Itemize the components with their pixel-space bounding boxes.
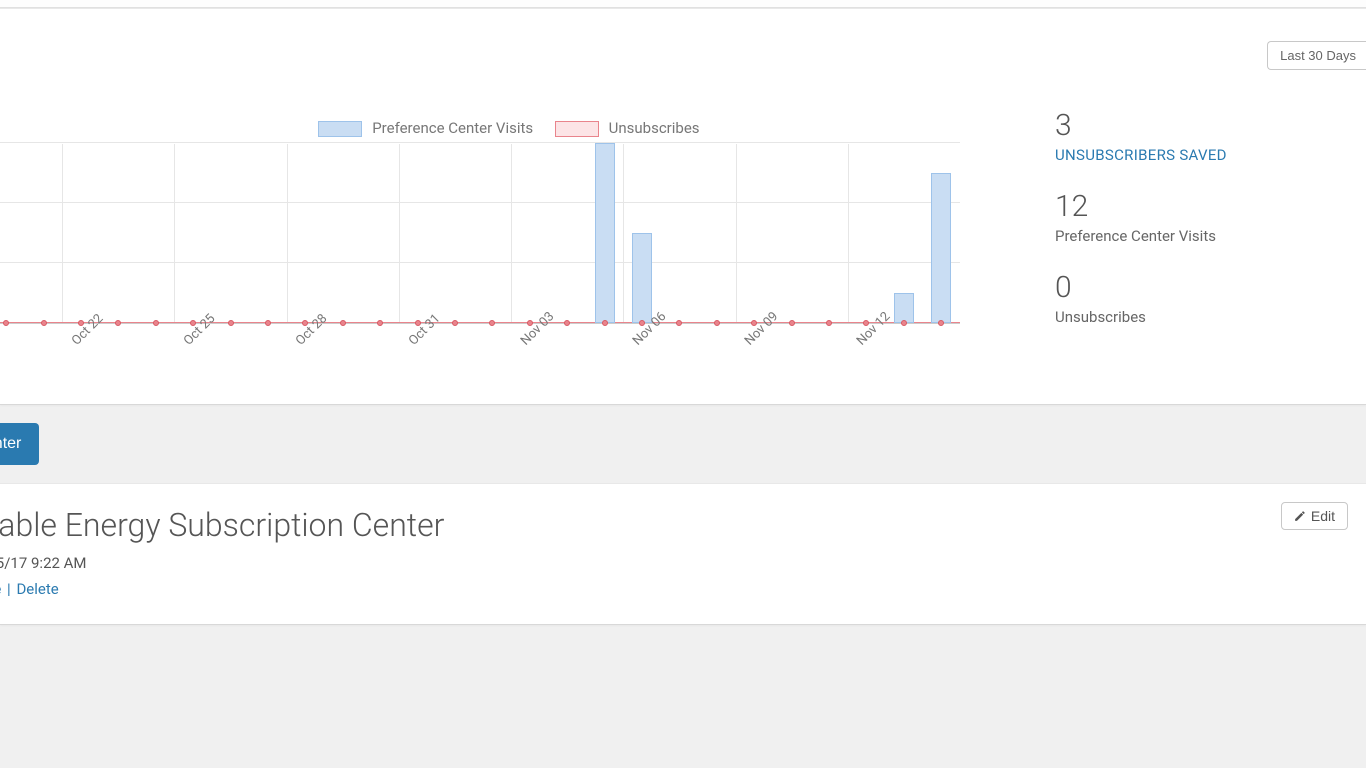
stat-unsubscribes: 0 Unsubscribes <box>1055 271 1346 326</box>
detail-title: newable Energy Subscription Center <box>0 506 1366 544</box>
stat-label: Unsubscribes <box>1055 308 1346 326</box>
clone-link[interactable]: Clone <box>0 580 1 598</box>
detail-links: e | Clone | Delete <box>0 580 1366 598</box>
detail-panel: Edit newable Energy Subscription Center … <box>0 483 1366 625</box>
chart-x-axis: 9Oct 22Oct 25Oct 28Oct 31Nov 03Nov 06Nov… <box>0 324 960 374</box>
preference-center-button[interactable]: e Center <box>0 423 39 465</box>
link-separator: | <box>5 580 13 598</box>
stat-label: UNSUBSCRIBERS SAVED <box>1055 146 1346 164</box>
legend-swatch-unsubs <box>555 121 599 137</box>
pencil-icon <box>1294 510 1306 522</box>
chart-bar <box>931 173 951 323</box>
detail-meta: d on 11/5/17 9:22 AM <box>0 554 1366 572</box>
chart-legend: Preference Center Visits Unsubscribes <box>0 119 1000 137</box>
stat-value: 0 <box>1055 271 1346 304</box>
detail-meta-date: 11/5/17 9:22 AM <box>0 554 87 572</box>
chart-bar <box>595 143 615 323</box>
date-range-button[interactable]: Last 30 Days <box>1267 41 1366 70</box>
stats-column: 3 UNSUBSCRIBERS SAVED 12 Preference Cent… <box>1000 19 1366 374</box>
stat-preference-visits: 12 Preference Center Visits <box>1055 190 1346 245</box>
action-bar: e Center <box>0 405 1366 483</box>
delete-link[interactable]: Delete <box>16 580 58 598</box>
chart-bar <box>632 233 652 323</box>
edit-label: Edit <box>1311 508 1335 524</box>
stat-value: 12 <box>1055 190 1346 223</box>
legend-label-unsubs: Unsubscribes <box>609 119 700 137</box>
chart-panel: Last 30 Days Preference Center Visits Un… <box>0 8 1366 405</box>
edit-button[interactable]: Edit <box>1281 502 1348 530</box>
legend-label-visits: Preference Center Visits <box>372 119 533 137</box>
chart-bar <box>894 293 914 323</box>
legend-swatch-visits <box>318 121 362 137</box>
chart-area: Preference Center Visits Unsubscribes 9O… <box>0 19 1000 374</box>
stat-unsubscribers-saved: 3 UNSUBSCRIBERS SAVED <box>1055 109 1346 164</box>
stat-label: Preference Center Visits <box>1055 227 1346 245</box>
stat-value: 3 <box>1055 109 1346 142</box>
chart-plot <box>0 144 960 324</box>
top-strip <box>0 0 1366 8</box>
